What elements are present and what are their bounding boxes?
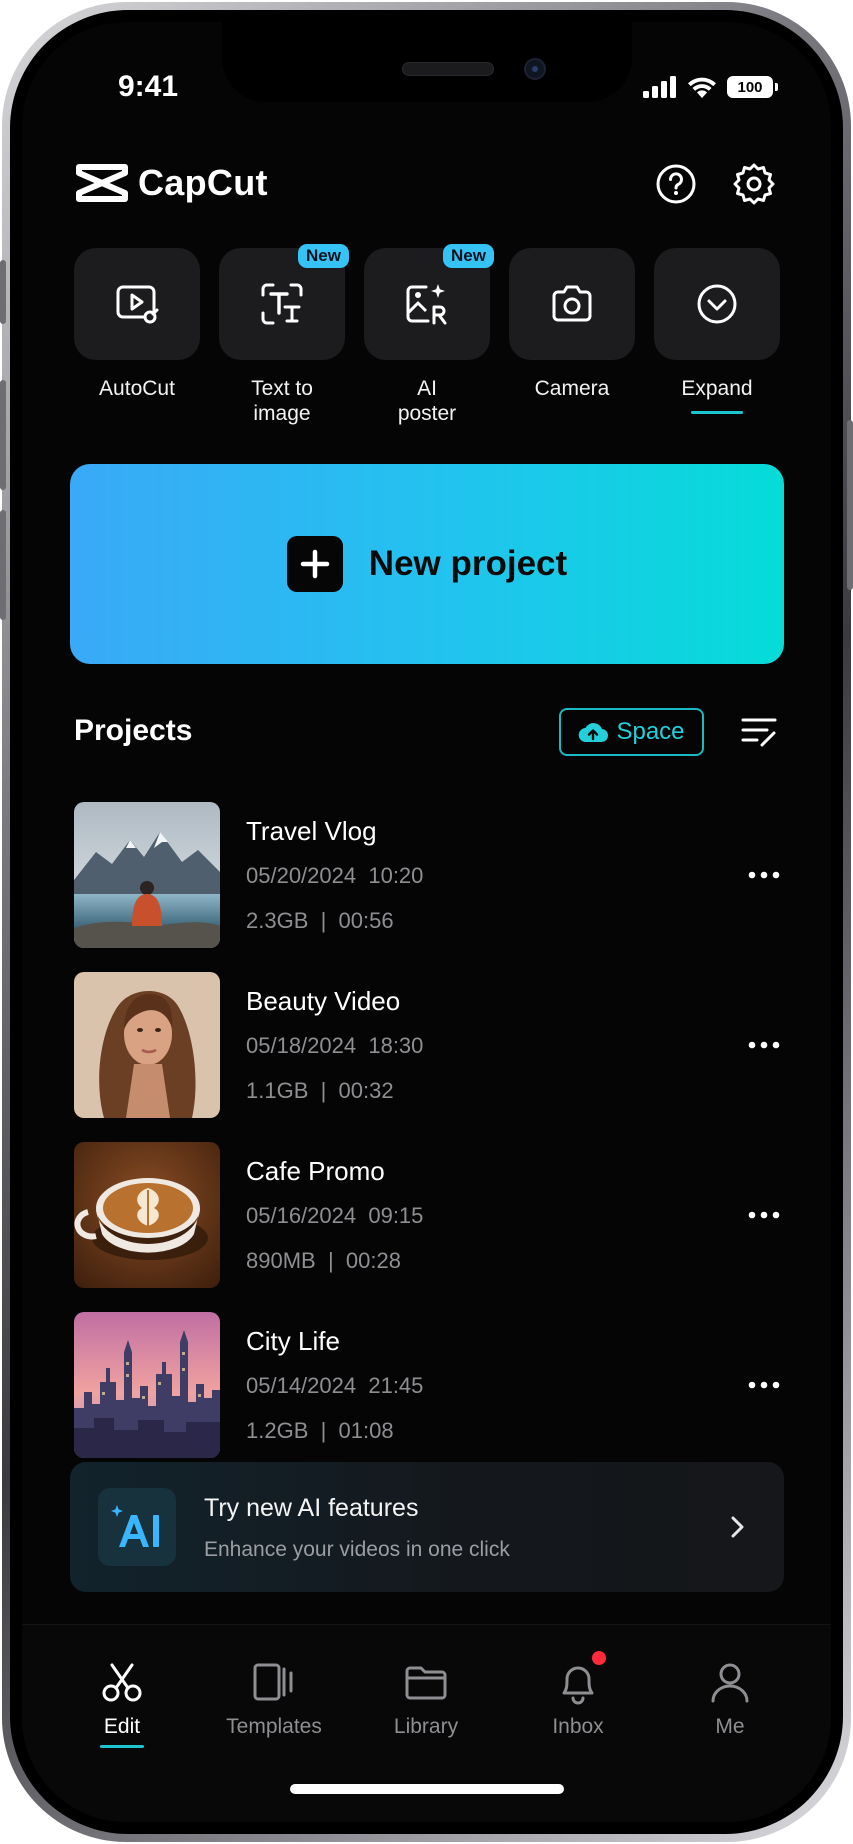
templates-icon bbox=[253, 1663, 293, 1701]
earpiece-speaker bbox=[402, 62, 494, 76]
tool-ai-poster-label: AI poster bbox=[397, 377, 457, 425]
tool-expand[interactable]: Expand bbox=[654, 248, 780, 426]
more-options-icon[interactable] bbox=[744, 1370, 784, 1400]
new-project-label: New project bbox=[368, 544, 568, 583]
tool-autocut-label: AutoCut bbox=[99, 377, 175, 400]
project-item[interactable]: Travel Vlog 05/20/2024 10:20 2.3GB | 00:… bbox=[74, 802, 784, 948]
tab-templates[interactable]: Templates bbox=[204, 1659, 344, 1739]
text-to-image-icon bbox=[261, 283, 303, 325]
tool-autocut[interactable]: AutoCut bbox=[74, 248, 200, 426]
brand-name: CapCut bbox=[138, 162, 268, 203]
sort-edit-icon[interactable] bbox=[740, 714, 780, 750]
chevron-right-icon bbox=[731, 1516, 744, 1538]
tab-me-label: Me bbox=[715, 1715, 745, 1738]
tool-camera-tile[interactable] bbox=[509, 248, 635, 360]
power-button bbox=[847, 420, 853, 590]
tool-autocut-tile[interactable] bbox=[74, 248, 200, 360]
new-project-button[interactable]: New project bbox=[70, 464, 784, 664]
notification-dot bbox=[592, 1651, 606, 1665]
tab-me[interactable]: Me bbox=[660, 1659, 800, 1739]
project-item[interactable]: Cafe Promo 05/16/2024 09:15 890MB | 00:2… bbox=[74, 1142, 784, 1288]
ai-sparkle-icon bbox=[98, 1488, 176, 1566]
autocut-icon bbox=[116, 285, 159, 324]
tool-expand-label: Expand bbox=[681, 377, 753, 400]
person-icon bbox=[711, 1663, 749, 1703]
side-button bbox=[0, 260, 6, 324]
app-brand: CapCut bbox=[76, 162, 268, 204]
project-size-duration: 2.3GB | 00:56 bbox=[246, 908, 394, 933]
wifi-icon bbox=[688, 77, 716, 98]
project-thumbnail-cafe[interactable] bbox=[74, 1142, 220, 1288]
folder-icon bbox=[405, 1666, 447, 1700]
projects-heading: Projects bbox=[74, 714, 193, 747]
cloud-upload-icon bbox=[579, 723, 609, 743]
ai-features-banner[interactable]: Try new AI features Enhance your videos … bbox=[70, 1462, 784, 1592]
battery-indicator: 100 bbox=[727, 76, 778, 98]
capcut-logo-icon bbox=[76, 164, 128, 202]
project-size-duration: 1.1GB | 00:32 bbox=[246, 1078, 394, 1103]
tool-ai-poster[interactable]: AI poster New bbox=[364, 244, 494, 426]
more-options-icon[interactable] bbox=[744, 1030, 784, 1060]
tab-library[interactable]: Library bbox=[356, 1659, 496, 1739]
status-time: 9:41 bbox=[118, 70, 179, 103]
project-item[interactable]: Beauty Video 05/18/2024 18:30 1.1GB | 00… bbox=[74, 972, 784, 1118]
project-thumbnail-beauty[interactable] bbox=[74, 972, 220, 1118]
tool-expand-tile[interactable] bbox=[654, 248, 780, 360]
camera-icon bbox=[552, 285, 592, 322]
more-options-icon[interactable] bbox=[744, 1200, 784, 1230]
screen: 9:41 100 CapCut AutoCut Text to image Ne… bbox=[22, 22, 831, 1822]
tab-library-label: Library bbox=[393, 1715, 459, 1738]
tool-text-to-image[interactable]: Text to image New bbox=[219, 244, 349, 426]
project-name: Cafe Promo bbox=[246, 1156, 385, 1186]
new-badge: New bbox=[298, 244, 349, 268]
ai-banner-title: Try new AI features bbox=[204, 1494, 419, 1522]
tab-edit[interactable]: Edit bbox=[52, 1659, 192, 1748]
project-thumbnail-travel[interactable] bbox=[74, 802, 220, 948]
dynamic-island bbox=[222, 22, 632, 102]
tab-edit-label: Edit bbox=[103, 1715, 141, 1738]
cellular-signal-icon bbox=[643, 76, 676, 98]
help-circle-icon[interactable] bbox=[654, 162, 698, 206]
project-thumbnail-city[interactable] bbox=[74, 1312, 220, 1458]
ai-poster-icon bbox=[406, 284, 447, 325]
more-options-icon[interactable] bbox=[744, 860, 784, 890]
tab-templates-label: Templates bbox=[226, 1715, 322, 1738]
project-name: City Life bbox=[246, 1326, 340, 1356]
plus-icon bbox=[286, 536, 343, 592]
project-date: 05/16/2024 09:15 bbox=[246, 1203, 424, 1228]
tab-inbox[interactable]: Inbox bbox=[508, 1651, 648, 1739]
ai-banner-subtitle: Enhance your videos in one click bbox=[204, 1538, 510, 1561]
bell-icon bbox=[562, 1666, 594, 1705]
gear-icon[interactable] bbox=[732, 162, 776, 206]
tab-edit-underline bbox=[100, 1745, 144, 1748]
space-label: Space bbox=[616, 718, 685, 745]
home-indicator[interactable] bbox=[290, 1784, 564, 1794]
project-date: 05/20/2024 10:20 bbox=[246, 863, 424, 888]
new-badge: New bbox=[443, 244, 494, 268]
project-name: Beauty Video bbox=[246, 986, 401, 1016]
expand-chevron-icon bbox=[697, 284, 737, 324]
tool-camera[interactable]: Camera bbox=[509, 248, 635, 426]
project-date: 05/18/2024 18:30 bbox=[246, 1033, 424, 1058]
project-size-duration: 1.2GB | 01:08 bbox=[246, 1418, 394, 1443]
project-size-duration: 890MB | 00:28 bbox=[246, 1248, 401, 1273]
space-button[interactable]: Space bbox=[559, 708, 704, 756]
scissors-icon bbox=[102, 1663, 142, 1702]
status-icons: 100 bbox=[643, 76, 778, 98]
project-date: 05/14/2024 21:45 bbox=[246, 1373, 424, 1398]
front-camera bbox=[524, 58, 546, 80]
tool-text-to-image-label: Text to image bbox=[251, 377, 313, 425]
project-name: Travel Vlog bbox=[246, 816, 377, 846]
tab-inbox-label: Inbox bbox=[552, 1715, 604, 1738]
quick-tools: AutoCut Text to image New AI poster New … bbox=[74, 244, 780, 426]
volume-down-button bbox=[0, 510, 6, 620]
tool-camera-label: Camera bbox=[534, 377, 610, 400]
tool-expand-underline bbox=[691, 411, 743, 414]
volume-up-button bbox=[0, 380, 6, 490]
project-item[interactable]: City Life 05/14/2024 21:45 1.2GB | 01:08 bbox=[74, 1312, 784, 1458]
